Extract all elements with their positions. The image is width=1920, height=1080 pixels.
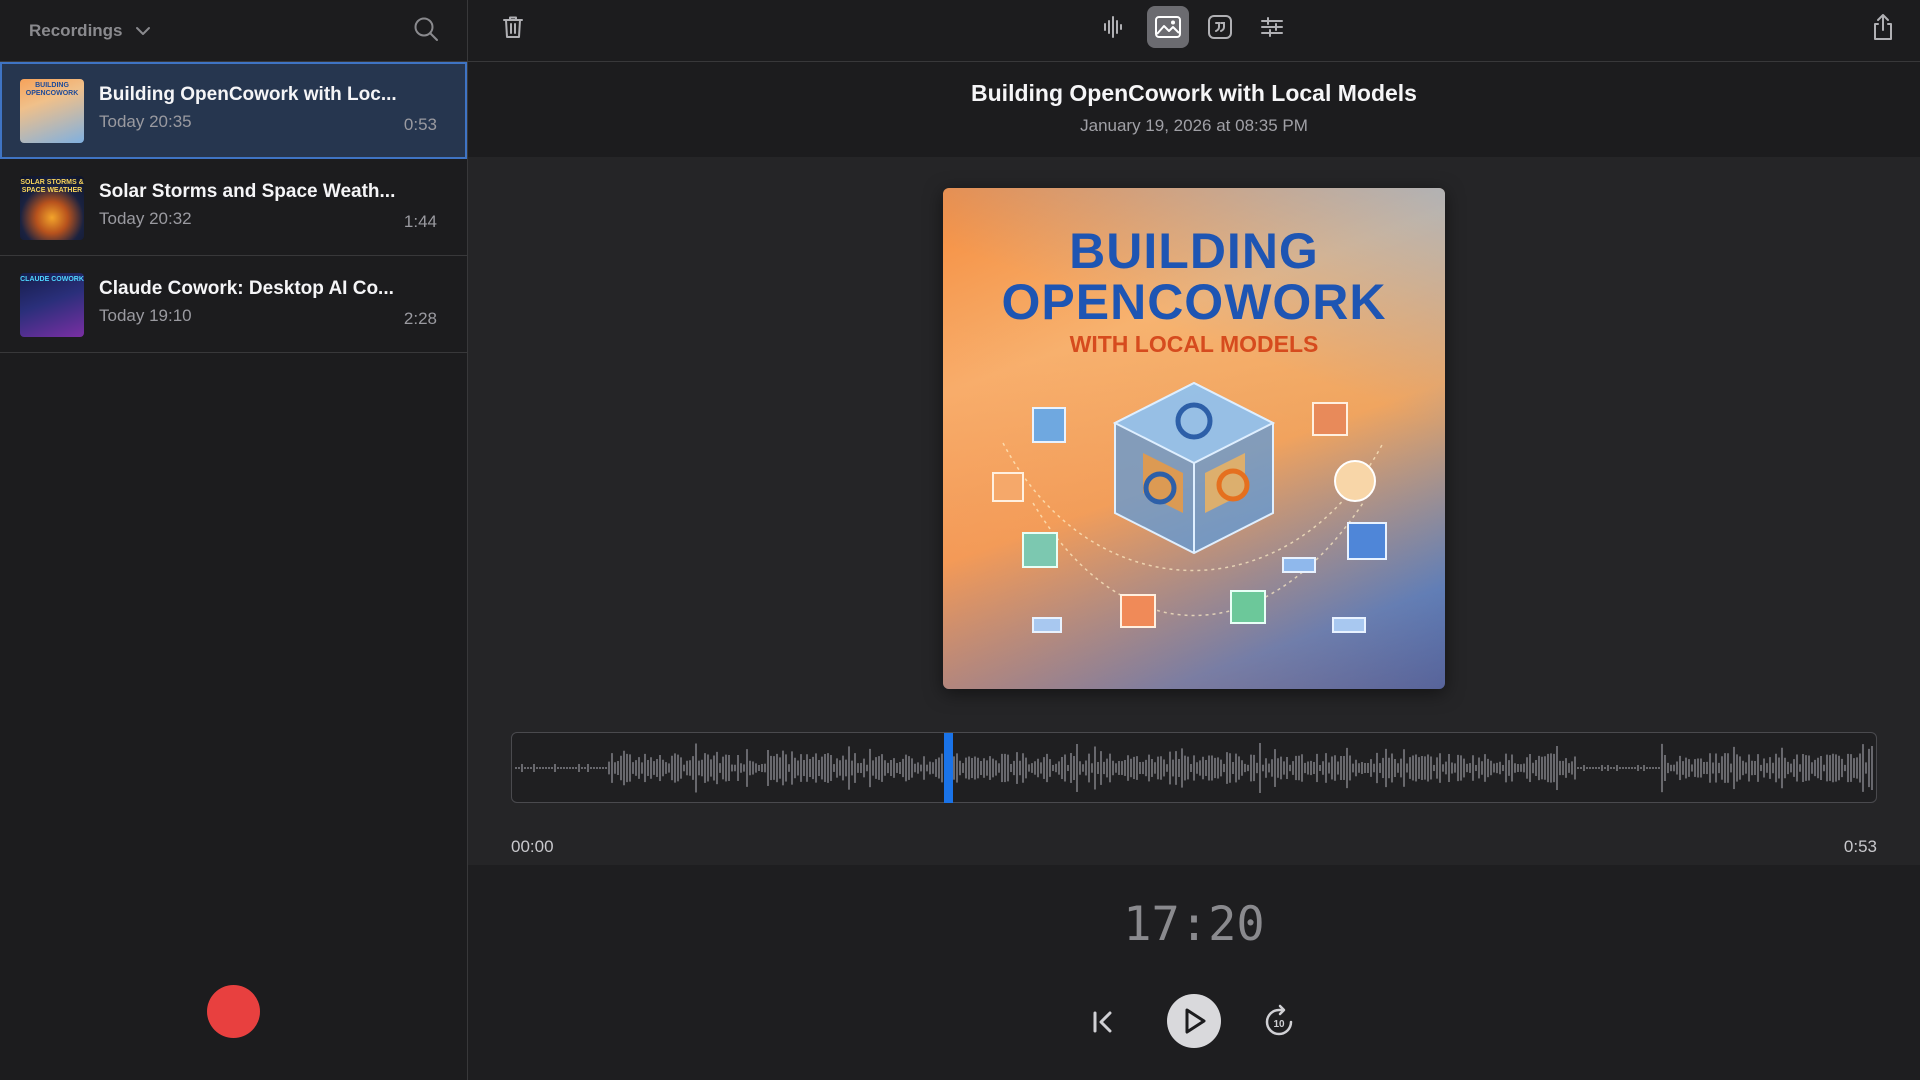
image-view-button[interactable] bbox=[1147, 6, 1189, 48]
main-panel: Building OpenCowork with Local Models Ja… bbox=[468, 0, 1920, 1080]
skip-forward-10-icon: 10 bbox=[1265, 1004, 1293, 1036]
thumbnail-text: CLAUDE COWORK bbox=[20, 276, 84, 283]
recording-item[interactable]: SOLAR STORMS & SPACE WEATHER Solar Storm… bbox=[0, 159, 467, 256]
recording-thumbnail: BUILDING OPENCOWORK bbox=[20, 79, 84, 143]
cover-title-line2: OPENCOWORK bbox=[1001, 274, 1387, 330]
playhead-handle[interactable] bbox=[944, 733, 953, 803]
recording-thumbnail: CLAUDE COWORK bbox=[20, 273, 84, 337]
share-button[interactable] bbox=[1862, 6, 1904, 48]
delete-button[interactable] bbox=[492, 6, 534, 48]
recordings-menu[interactable]: Recordings bbox=[29, 14, 151, 48]
search-button[interactable] bbox=[411, 14, 441, 44]
sliders-icon bbox=[1261, 17, 1283, 37]
recording-header: Building OpenCowork with Local Models Ja… bbox=[468, 62, 1920, 157]
recording-main-title: Building OpenCowork with Local Models bbox=[971, 80, 1417, 106]
cover-subtitle: WITH LOCAL MODELS bbox=[1069, 331, 1319, 357]
search-icon bbox=[414, 17, 438, 41]
waveform-scrubber[interactable] bbox=[511, 732, 1877, 803]
toolbar bbox=[468, 0, 1920, 62]
recording-thumbnail: SOLAR STORMS & SPACE WEATHER bbox=[20, 176, 84, 240]
elapsed-time: 00:00 bbox=[511, 837, 554, 856]
trash-icon bbox=[503, 16, 523, 38]
skip-to-start-button[interactable] bbox=[1087, 1005, 1121, 1039]
waveform-view-button[interactable] bbox=[1092, 6, 1134, 48]
recording-date: Today 19:10 bbox=[99, 306, 192, 325]
sidebar-header: Recordings bbox=[0, 0, 467, 62]
recording-item[interactable]: CLAUDE COWORK Claude Cowork: Desktop AI … bbox=[0, 256, 467, 353]
recording-date: Today 20:32 bbox=[99, 209, 192, 228]
cover-illustration bbox=[992, 381, 1387, 633]
recording-duration: 1:44 bbox=[403, 212, 437, 231]
recordings-menu-label: Recordings bbox=[29, 21, 123, 40]
share-icon bbox=[1874, 14, 1892, 40]
thumbnail-text: SOLAR STORMS & SPACE WEATHER bbox=[20, 179, 84, 194]
chevron-down-icon bbox=[135, 27, 150, 35]
quote-icon bbox=[1208, 15, 1232, 39]
recording-date: Today 20:35 bbox=[99, 112, 192, 131]
total-time: 0:53 bbox=[1843, 837, 1877, 856]
transcript-view-button[interactable] bbox=[1199, 6, 1241, 48]
waveform-icon bbox=[1104, 16, 1122, 38]
play-button[interactable] bbox=[1167, 994, 1221, 1048]
record-button[interactable] bbox=[207, 985, 260, 1038]
player-area: BUILDING OPENCOWORK WITH LOCAL MODELS 00… bbox=[468, 157, 1920, 865]
skip-back-icon bbox=[1093, 1011, 1112, 1033]
skip-forward-button[interactable]: 10 bbox=[1259, 1001, 1299, 1041]
image-icon bbox=[1155, 16, 1181, 38]
recording-duration: 2:28 bbox=[403, 309, 437, 328]
recording-title: Solar Storms and Space Weath... bbox=[99, 181, 396, 202]
current-time-display: 17:20 bbox=[1123, 897, 1265, 952]
recording-item[interactable]: BUILDING OPENCOWORK Building OpenCowork … bbox=[0, 62, 467, 159]
recording-title: Building OpenCowork with Loc... bbox=[99, 84, 397, 105]
recording-title: Claude Cowork: Desktop AI Co... bbox=[99, 278, 394, 299]
recording-main-date: January 19, 2026 at 08:35 PM bbox=[1080, 116, 1308, 135]
svg-text:10: 10 bbox=[1273, 1019, 1285, 1030]
cover-artwork: BUILDING OPENCOWORK WITH LOCAL MODELS bbox=[943, 188, 1445, 689]
play-icon bbox=[1185, 1008, 1206, 1034]
sidebar: Recordings BUILDING OPENCOWORK Building … bbox=[0, 0, 468, 1080]
recording-duration: 0:53 bbox=[403, 115, 437, 134]
settings-button[interactable] bbox=[1251, 6, 1293, 48]
cover-title-line1: BUILDING bbox=[1069, 223, 1319, 279]
waveform-graph bbox=[515, 743, 1873, 793]
thumbnail-text: BUILDING OPENCOWORK bbox=[25, 82, 79, 97]
